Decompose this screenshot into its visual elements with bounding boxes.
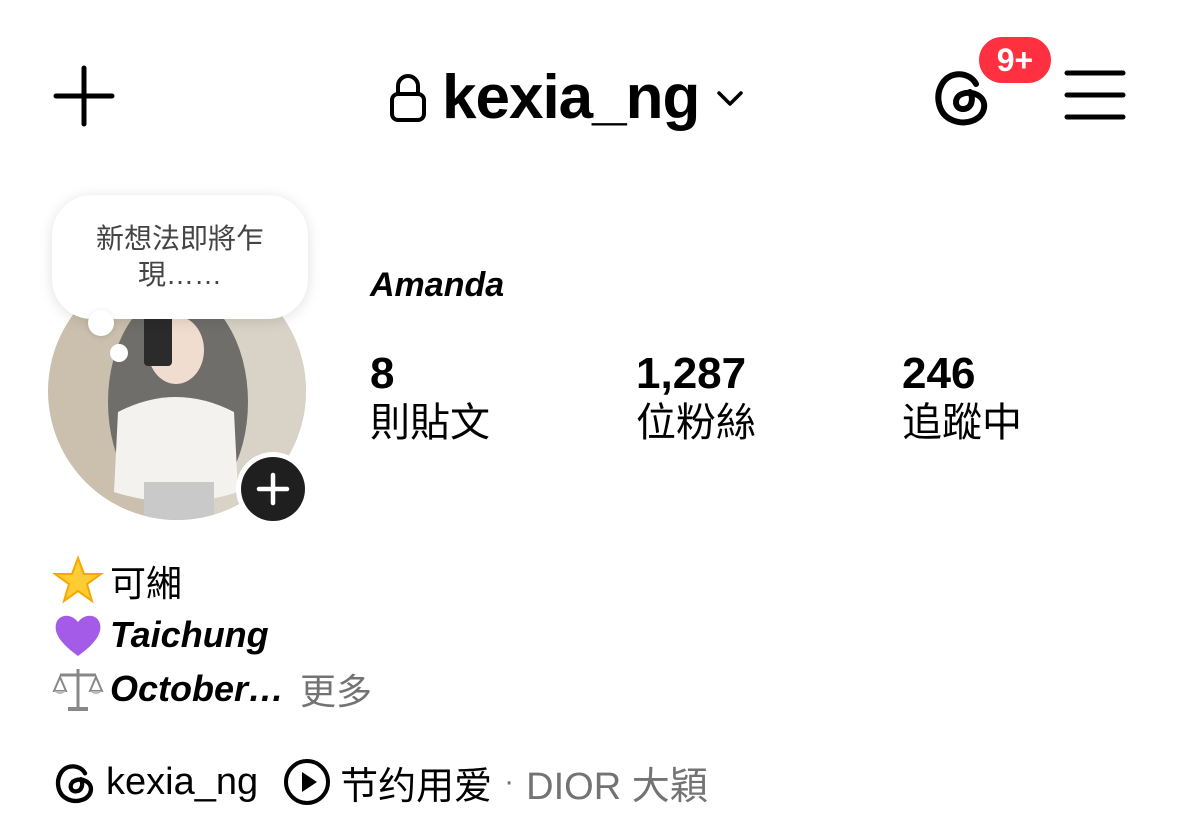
stat-value: 246 bbox=[902, 349, 976, 398]
stat-value: 1,287 bbox=[636, 349, 747, 398]
plus-icon bbox=[256, 472, 290, 506]
bio-text: October… bbox=[110, 668, 285, 709]
glowing-star-icon bbox=[52, 555, 104, 604]
notification-badge: 9+ bbox=[976, 34, 1054, 86]
stat-value: 8 bbox=[370, 349, 395, 398]
plus-icon bbox=[53, 65, 115, 127]
lock-icon bbox=[390, 74, 426, 122]
bubble-tail-dot bbox=[88, 310, 114, 336]
stat-posts[interactable]: 8 則貼文 bbox=[370, 349, 490, 448]
add-story-button[interactable] bbox=[236, 452, 310, 526]
threads-icon bbox=[55, 764, 93, 804]
stat-label: 則貼文 bbox=[370, 401, 490, 446]
bio-line-3: October… 更多 bbox=[52, 662, 372, 716]
display-name: Amanda bbox=[370, 266, 505, 304]
bio-more-link[interactable]: 更多 bbox=[300, 663, 372, 715]
bio-line-1: 可緗 bbox=[52, 554, 182, 608]
chevron-down-icon bbox=[717, 91, 744, 106]
stat-label: 追蹤中 bbox=[902, 401, 1022, 446]
bio-text: 可緗 bbox=[110, 563, 183, 604]
threads-handle-link[interactable]: kexia_ng bbox=[106, 761, 258, 804]
stat-followers[interactable]: 1,287 位粉絲 bbox=[636, 349, 756, 448]
note-bubble[interactable]: 新想法即將乍現…… bbox=[52, 195, 308, 319]
menu-button[interactable] bbox=[1064, 68, 1126, 122]
purple-heart-icon bbox=[55, 615, 101, 656]
note-text: 新想法即將乍現…… bbox=[95, 222, 264, 290]
stat-label: 位粉絲 bbox=[636, 401, 756, 446]
hamburger-menu-icon bbox=[1064, 70, 1126, 120]
music-artist: DIOR 大穎 bbox=[526, 765, 708, 808]
bubble-tail-dot-small bbox=[110, 344, 128, 362]
bio-line-2: Taichung bbox=[52, 608, 269, 662]
music-title-link[interactable]: 节约用爱 bbox=[340, 755, 492, 810]
account-switcher[interactable]: kexia_ng bbox=[388, 58, 747, 138]
stat-following[interactable]: 246 追蹤中 bbox=[902, 349, 1022, 448]
separator: · bbox=[504, 765, 515, 798]
profile-username: kexia_ng bbox=[442, 63, 700, 132]
profile-links-row: kexia_ng 节约用爱 · DIOR 大穎 bbox=[52, 754, 708, 810]
create-post-button[interactable] bbox=[52, 64, 116, 128]
balance-scale-icon bbox=[52, 669, 104, 711]
bio-text: Taichung bbox=[110, 614, 269, 655]
play-circle-icon bbox=[284, 759, 331, 805]
